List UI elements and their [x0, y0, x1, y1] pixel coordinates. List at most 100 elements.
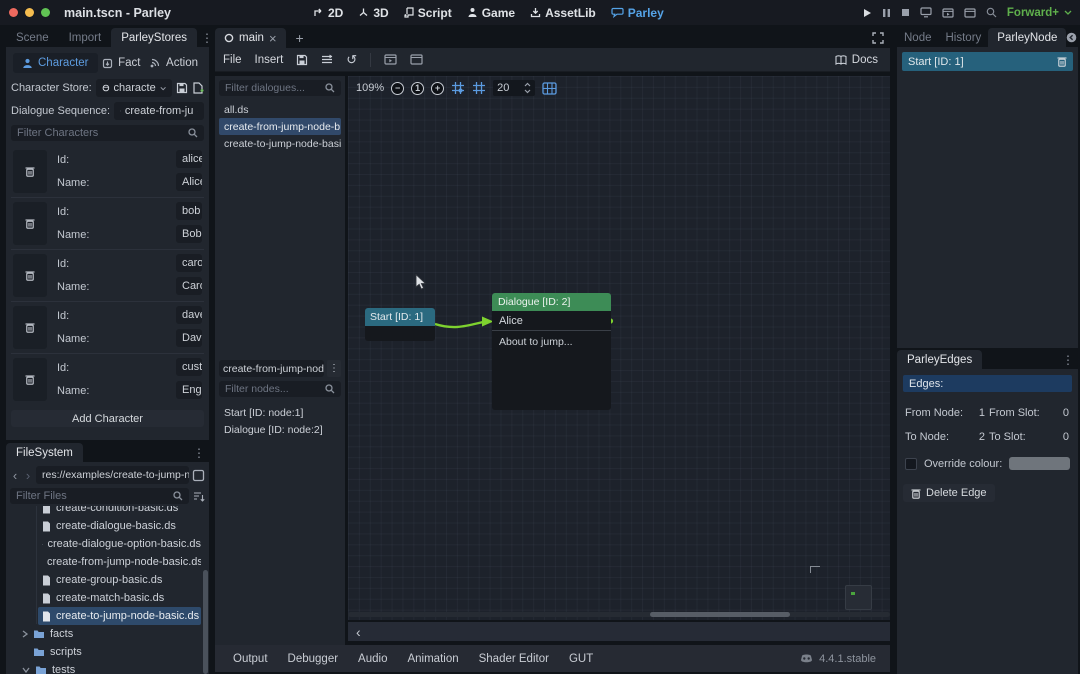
trash-icon[interactable]	[1057, 56, 1067, 67]
undo-icon[interactable]: ↺	[346, 53, 357, 66]
tab-parleystores[interactable]: ParleyStores	[111, 28, 197, 47]
menu-assetlib[interactable]: AssetLib	[530, 6, 596, 20]
export-icon[interactable]	[321, 54, 333, 65]
store-tab-fact[interactable]: Fact	[98, 57, 144, 69]
character-id-input[interactable]: bob	[176, 202, 202, 220]
character-name-input[interactable]: Bob	[176, 225, 202, 243]
docs-button[interactable]: Docs	[835, 54, 878, 66]
menu-game[interactable]: Game	[467, 6, 515, 20]
start-node-header[interactable]: Start [ID: 1]	[365, 308, 435, 326]
file-row-selected[interactable]: create-to-jump-node-basic.ds	[38, 607, 201, 625]
save-icon[interactable]	[296, 54, 308, 66]
bottom-tab-output[interactable]: Output	[223, 653, 278, 665]
bottom-tab-audio[interactable]: Audio	[348, 653, 397, 665]
selected-node-item[interactable]: Start [ID: 1]	[902, 52, 1073, 71]
store-tab-action[interactable]: Action	[145, 57, 202, 69]
save-store-icon[interactable]	[176, 82, 188, 94]
split-view-icon[interactable]	[192, 469, 205, 482]
pause-button[interactable]	[882, 8, 891, 18]
nav-forward-icon[interactable]: ›	[23, 468, 33, 483]
store-tab-character[interactable]: Character	[13, 53, 98, 73]
dialogue-file-item[interactable]: all.ds	[219, 101, 341, 118]
tab-node[interactable]: Node	[897, 28, 939, 47]
filter-characters-input[interactable]: Filter Characters	[11, 125, 204, 141]
delete-character-button[interactable]	[13, 202, 47, 245]
menu-parley[interactable]: Parley	[611, 6, 664, 20]
character-store-dropdown[interactable]: characte	[96, 79, 172, 97]
file-row[interactable]: create-group-basic.ds	[10, 571, 201, 589]
bottom-tab-gut[interactable]: GUT	[559, 653, 603, 665]
character-id-input[interactable]: carol	[176, 254, 202, 272]
sequence-name-input[interactable]: create-from-jump-nod	[219, 360, 324, 377]
dialogue-sequence-dropdown[interactable]: create-from-ju	[114, 102, 204, 120]
delete-character-button[interactable]	[13, 150, 47, 193]
character-id-input[interactable]: alice	[176, 150, 202, 168]
graph-node-start[interactable]: Start [ID: 1]	[365, 308, 435, 341]
graph-minimap[interactable]	[845, 585, 872, 610]
character-id-input[interactable]: custom:englebert	[176, 358, 202, 376]
tab-parleyedges[interactable]: ParleyEdges	[897, 350, 982, 369]
file-row[interactable]: create-dialogue-basic.ds	[10, 517, 201, 535]
character-name-input[interactable]: Alice	[176, 173, 202, 191]
movie-maker-icon[interactable]	[942, 8, 954, 18]
movie-writer-icon[interactable]	[964, 8, 976, 18]
node-list-item[interactable]: Dialogue [ID: node:2]	[219, 421, 341, 438]
new-store-icon[interactable]	[192, 82, 204, 94]
delete-character-button[interactable]	[13, 306, 47, 349]
graph-hscroll-thumb[interactable]	[650, 612, 790, 617]
test-dialogue-icon[interactable]	[410, 54, 423, 65]
collapse-left-icon[interactable]: ‹	[348, 624, 361, 640]
delete-edge-button[interactable]: Delete Edge	[903, 484, 995, 502]
scene-tab-main[interactable]: main ×	[215, 28, 286, 48]
window-minimize-button[interactable]	[25, 8, 34, 17]
menu-2d[interactable]: 2D	[313, 6, 343, 20]
nav-back-icon[interactable]: ‹	[10, 468, 20, 483]
expand-graph-icon[interactable]	[872, 32, 884, 44]
tab-import[interactable]: Import	[59, 28, 112, 47]
tab-scene[interactable]: Scene	[6, 28, 59, 47]
dialogue-file-item-selected[interactable]: create-from-jump-node-b...	[219, 118, 341, 135]
file-row[interactable]: create-condition-basic.ds	[10, 506, 201, 517]
delete-character-button[interactable]	[13, 358, 47, 401]
dialogue-file-item[interactable]: create-to-jump-node-basi...	[219, 135, 341, 152]
tab-parleynode[interactable]: ParleyNode	[988, 28, 1066, 47]
menu-insert[interactable]: Insert	[255, 54, 284, 66]
window-zoom-button[interactable]	[41, 8, 50, 17]
character-name-input[interactable]: Dave	[176, 329, 202, 347]
remote-debug-icon[interactable]	[920, 7, 932, 18]
graph-node-dialogue[interactable]: Dialogue [ID: 2] Alice About to jump...	[492, 293, 611, 410]
folder-row[interactable]: scripts	[10, 643, 201, 661]
renderer-selector[interactable]: Forward+	[1007, 7, 1072, 19]
filter-nodes-input[interactable]: Filter nodes...	[219, 381, 341, 397]
profiler-icon[interactable]	[986, 7, 997, 18]
menu-file[interactable]: File	[223, 54, 242, 66]
sequence-menu-button[interactable]: ⋮	[327, 360, 341, 377]
close-tab-icon[interactable]: ×	[269, 31, 277, 46]
play-button[interactable]	[862, 8, 872, 18]
filter-dialogues-input[interactable]: Filter dialogues...	[219, 80, 341, 96]
graph-hscroll-track[interactable]	[348, 612, 890, 617]
override-colour-checkbox[interactable]	[905, 458, 917, 470]
add-character-button[interactable]: Add Character	[11, 410, 204, 427]
filesystem-scrollbar[interactable]	[203, 570, 208, 674]
node-list-item[interactable]: Start [ID: node:1]	[219, 404, 341, 421]
window-close-button[interactable]	[9, 8, 18, 17]
bottom-tab-animation[interactable]: Animation	[397, 653, 468, 665]
stop-button[interactable]	[901, 8, 910, 17]
add-tab-icon[interactable]: +	[296, 30, 304, 46]
dock-nav-back-icon[interactable]	[1066, 32, 1077, 43]
dialogue-node-header[interactable]: Dialogue [ID: 2]	[492, 293, 611, 311]
tab-filesystem[interactable]: FileSystem	[6, 443, 83, 462]
character-id-input[interactable]: dave	[176, 306, 202, 324]
menu-3d[interactable]: 3D	[358, 6, 388, 20]
filesystem-menu-icon[interactable]: ⋮	[189, 446, 209, 460]
run-dialogue-icon[interactable]	[384, 54, 397, 65]
delete-character-button[interactable]	[13, 254, 47, 297]
override-colour-swatch[interactable]	[1009, 457, 1070, 470]
character-name-input[interactable]: Carol	[176, 277, 202, 295]
bottom-tab-shader-editor[interactable]: Shader Editor	[469, 653, 559, 665]
parleyedges-menu-icon[interactable]: ⋮	[1058, 353, 1078, 367]
bottom-tab-debugger[interactable]: Debugger	[278, 653, 349, 665]
folder-row[interactable]: tests	[10, 661, 201, 674]
file-row[interactable]: create-from-jump-node-basic.ds	[10, 553, 201, 571]
